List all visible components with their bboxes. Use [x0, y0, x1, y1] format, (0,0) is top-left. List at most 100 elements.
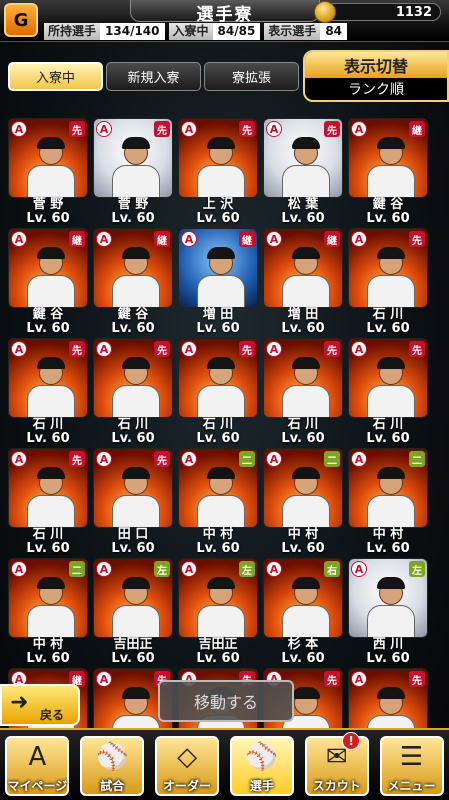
sort-toggle[interactable]: 表示切替 ランク順 [303, 50, 449, 102]
stat-in-dorm: 入寮中 84/85 [168, 23, 261, 40]
move-button[interactable]: 移動する [158, 680, 294, 722]
player-card[interactable]: A先上 沢 Lv. 60 [178, 118, 258, 226]
player-name: 中 村 [287, 527, 319, 542]
player-uniform [27, 275, 75, 307]
player-card[interactable]: A先田 口 Lv. 60 [93, 448, 173, 556]
player-info: 石 川 Lv. 60 [8, 418, 88, 446]
player-card[interactable]: A二中 村 Lv. 60 [263, 448, 343, 556]
player-card[interactable]: A先松 葉 Lv. 60 [263, 118, 343, 226]
player-card[interactable]: A継増 田 Lv. 60 [178, 228, 258, 336]
player-info: 中 村 Lv. 60 [348, 528, 428, 556]
position-badge: 先 [239, 121, 255, 137]
player-card[interactable]: A先菅 野 Lv. 60 [8, 118, 88, 226]
player-info: 松 葉 Lv. 60 [263, 198, 343, 226]
player-card[interactable]: A左西 川 Lv. 60 [348, 558, 428, 666]
player-card[interactable]: A先石 川 Lv. 60 [8, 338, 88, 446]
nav-menu[interactable]: ☰ メニュー [374, 730, 449, 800]
rank-badge-icon: A [266, 121, 282, 137]
player-card[interactable]: A右杉 本 Lv. 60 [263, 558, 343, 666]
player-name: 石 川 [32, 527, 64, 542]
rank-badge-icon: A [351, 561, 367, 577]
player-portrait: A先 [263, 338, 343, 418]
player-figure [27, 357, 75, 417]
player-figure [27, 467, 75, 527]
player-portrait: A先 [178, 338, 258, 418]
page-title: 選手寮 [130, 0, 320, 25]
player-card[interactable]: A二中 村 Lv. 60 [8, 558, 88, 666]
player-card[interactable]: A 左吉田正 Lv. 60 [178, 558, 258, 666]
player-cap [122, 137, 150, 149]
nav-scout-label: スカウト [312, 779, 361, 793]
nav-players-icon: ⚾ [245, 742, 279, 772]
position-badge: 継 [154, 231, 170, 247]
player-uniform [112, 495, 160, 527]
player-card[interactable]: A先石 川 Lv. 60 [8, 448, 88, 556]
team-logo-icon[interactable]: G [4, 3, 38, 37]
player-level: Lv. 60 [26, 321, 70, 336]
player-cap [207, 247, 235, 259]
player-name: 杉 本 [287, 637, 319, 652]
player-name: 吉田正 [198, 637, 238, 652]
player-uniform [197, 385, 245, 417]
rank-badge-icon: A [96, 671, 112, 687]
player-info: 石 川 Lv. 60 [348, 308, 428, 336]
player-uniform [367, 165, 415, 197]
rank-badge-icon: A [181, 561, 197, 577]
back-button[interactable]: ➜ 戻る [0, 684, 80, 726]
rank-badge-icon: A [96, 561, 112, 577]
player-card[interactable]: A二中 村 Lv. 60 [178, 448, 258, 556]
tab-new-entry[interactable]: 新規入寮 [106, 62, 201, 91]
player-level: Lv. 60 [26, 651, 70, 666]
player-figure [282, 577, 330, 637]
nav-scout[interactable]: ✉ スカウト! [299, 730, 374, 800]
player-card[interactable]: A先石 川 Lv. 60 [178, 338, 258, 446]
rank-badge-icon: A [351, 341, 367, 357]
player-cap [37, 357, 65, 369]
coin-value: 1132 [395, 4, 432, 20]
rank-badge-icon: A [181, 121, 197, 137]
player-figure [197, 577, 245, 637]
player-level: Lv. 60 [366, 211, 410, 226]
player-name: 西 川 [372, 637, 404, 652]
player-card[interactable]: A継増 田 Lv. 60 [263, 228, 343, 336]
nav-game[interactable]: ⚾ 試合 [75, 730, 150, 800]
player-card[interactable]: A継鍵 谷 Lv. 60 [348, 118, 428, 226]
tab-in-dorm[interactable]: 入寮中 [8, 62, 103, 91]
nav-order[interactable]: ◇ オーダー [150, 730, 225, 800]
rank-badge-icon: A [11, 561, 27, 577]
player-card[interactable]: A先石 川 Lv. 60 [93, 338, 173, 446]
player-level: Lv. 60 [281, 541, 325, 556]
player-info: 鍵 谷 Lv. 60 [348, 198, 428, 226]
player-portrait: A継 [178, 228, 258, 308]
player-card[interactable]: A先菅 野 Lv. 60 [93, 118, 173, 226]
player-uniform [282, 605, 330, 637]
tab-expand-dorm[interactable]: 寮拡張 [204, 62, 299, 91]
sort-toggle-button[interactable]: 表示切替 [305, 52, 447, 78]
player-level: Lv. 60 [26, 541, 70, 556]
nav-mypage[interactable]: A マイページ [0, 730, 75, 800]
player-card[interactable]: A先石 川 Lv. 60 [348, 228, 428, 336]
player-info: 鍵 谷 Lv. 60 [8, 308, 88, 336]
player-figure [282, 357, 330, 417]
player-portrait: A継 [93, 228, 173, 308]
position-badge: 先 [69, 121, 85, 137]
player-figure [197, 357, 245, 417]
player-portrait: A二 [178, 448, 258, 528]
player-portrait: A継 [8, 228, 88, 308]
player-uniform [27, 605, 75, 637]
player-card[interactable]: A先石 川 Lv. 60 [348, 338, 428, 446]
player-portrait: A二 [348, 448, 428, 528]
coin-counter[interactable]: 1132 [314, 1, 441, 23]
player-card[interactable]: A先石 川 Lv. 60 [263, 338, 343, 446]
nav-players[interactable]: ⚾ 選手 [224, 730, 299, 800]
player-cap [292, 247, 320, 259]
player-uniform [112, 275, 160, 307]
player-cap [292, 357, 320, 369]
player-card[interactable]: A継鍵 谷 Lv. 60 [8, 228, 88, 336]
player-level: Lv. 60 [281, 431, 325, 446]
player-card[interactable]: A二中 村 Lv. 60 [348, 448, 428, 556]
player-figure [112, 137, 160, 197]
player-card[interactable]: A継鍵 谷 Lv. 60 [93, 228, 173, 336]
player-card[interactable]: A 左吉田正 Lv. 60 [93, 558, 173, 666]
player-cap [37, 137, 65, 149]
